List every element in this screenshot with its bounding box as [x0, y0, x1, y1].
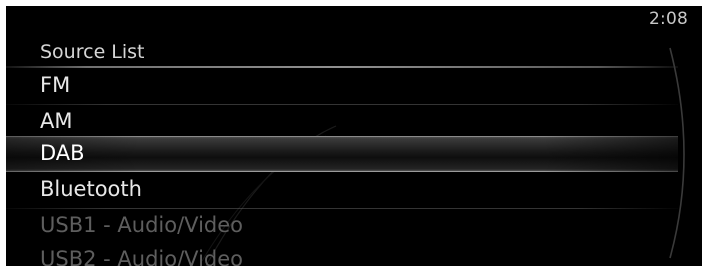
display-panel: 2:08 Source List FM AM DAB Bluetooth USB… [6, 6, 702, 266]
scroll-arc-indicator [669, 47, 685, 259]
list-item-label: DAB [40, 141, 85, 165]
infotainment-screen: 2:08 Source List FM AM DAB Bluetooth USB… [0, 0, 702, 266]
